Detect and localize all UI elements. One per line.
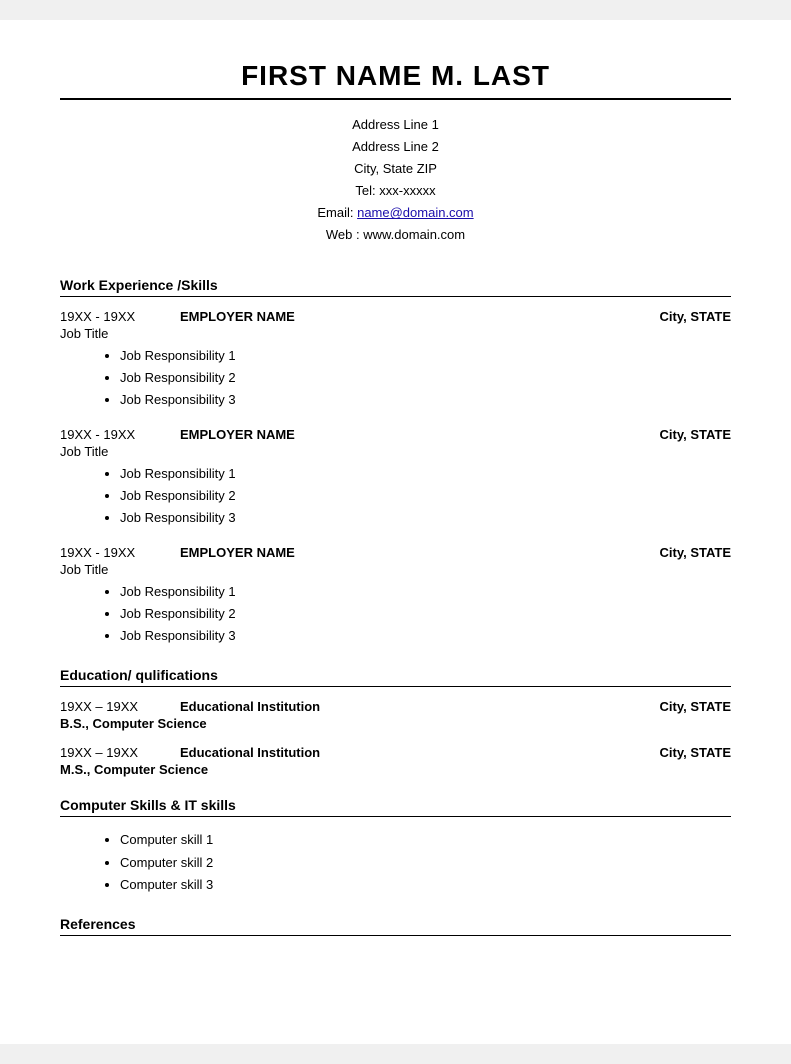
edu-entry-2: 19XX – 19XXEducational Institution City, … [60,745,731,777]
computer-skill-3: Computer skill 3 [120,874,731,896]
web: Web : www.domain.com [60,224,731,246]
job-city-1: City, STATE [660,309,732,324]
job-city-3: City, STATE [660,545,732,560]
tel: Tel: xxx-xxxxx [60,180,731,202]
computer-skill-1: Computer skill 1 [120,829,731,851]
education-section: Education/ qulifications 19XX – 19XXEduc… [60,667,731,777]
job-entry-2: 19XX - 19XXEMPLOYER NAME City, STATE Job T… [60,427,731,529]
resume-page: FIRST NAME M. LAST Address Line 1 Addres… [0,20,791,1044]
computer-skill-2: Computer skill 2 [120,852,731,874]
email-line: Email: name@domain.com [60,202,731,224]
job-resp-2-2: Job Responsibility 2 [120,485,731,507]
edu-degree-2: M.S., Computer Science [60,762,731,777]
contact-info: Address Line 1 Address Line 2 City, Stat… [60,114,731,247]
edu-degree-1: B.S., Computer Science [60,716,731,731]
address-line1: Address Line 1 [60,114,731,136]
job-resp-3-3: Job Responsibility 3 [120,625,731,647]
city-state-zip: City, State ZIP [60,158,731,180]
job-line-2: 19XX - 19XXEMPLOYER NAME City, STATE [60,427,731,442]
edu-dates-2: 19XX – 19XX [60,745,180,760]
references-header: References [60,916,731,936]
job-dates-1: 19XX - 19XX [60,309,180,324]
email-link[interactable]: name@domain.com [357,205,474,220]
job-line-1: 19XX - 19XXEMPLOYER NAME City, STATE [60,309,731,324]
edu-city-1: City, STATE [660,699,732,714]
job-title-3: Job Title [60,562,731,577]
edu-dates-1: 19XX – 19XX [60,699,180,714]
work-experience-section: Work Experience /Skills 19XX - 19XXEMPLO… [60,277,731,648]
job-resp-1-2: Job Responsibility 2 [120,367,731,389]
job-city-2: City, STATE [660,427,732,442]
job-entry-3: 19XX - 19XXEMPLOYER NAME City, STATE Job T… [60,545,731,647]
edu-institution-1: Educational Institution [180,699,320,714]
skills-list: Computer skill 1Computer skill 2Computer… [60,829,731,895]
edu-institution-2: Educational Institution [180,745,320,760]
job-responsibilities-1: Job Responsibility 1Job Responsibility 2… [60,345,731,411]
education-header: Education/ qulifications [60,667,731,687]
email-label: Email: [317,205,357,220]
computer-skills-header: Computer Skills & IT skills [60,797,731,817]
job-line-3: 19XX - 19XXEMPLOYER NAME City, STATE [60,545,731,560]
job-employer-3: EMPLOYER NAME [180,545,295,560]
job-resp-1-1: Job Responsibility 1 [120,345,731,367]
edu-city-2: City, STATE [660,745,732,760]
job-resp-1-3: Job Responsibility 3 [120,389,731,411]
job-resp-2-3: Job Responsibility 3 [120,507,731,529]
work-experience-header: Work Experience /Skills [60,277,731,297]
resume-name: FIRST NAME M. LAST [60,60,731,100]
job-dates-3: 19XX - 19XX [60,545,180,560]
references-section: References [60,916,731,936]
job-title-1: Job Title [60,326,731,341]
job-employer-1: EMPLOYER NAME [180,309,295,324]
job-responsibilities-2: Job Responsibility 1Job Responsibility 2… [60,463,731,529]
address-line2: Address Line 2 [60,136,731,158]
job-entry-1: 19XX - 19XXEMPLOYER NAME City, STATE Job T… [60,309,731,411]
job-employer-2: EMPLOYER NAME [180,427,295,442]
job-title-2: Job Title [60,444,731,459]
job-resp-3-1: Job Responsibility 1 [120,581,731,603]
edu-entry-1: 19XX – 19XXEducational Institution City, … [60,699,731,731]
job-dates-2: 19XX - 19XX [60,427,180,442]
job-resp-3-2: Job Responsibility 2 [120,603,731,625]
job-resp-2-1: Job Responsibility 1 [120,463,731,485]
computer-skills-section: Computer Skills & IT skills Computer ski… [60,797,731,895]
job-responsibilities-3: Job Responsibility 1Job Responsibility 2… [60,581,731,647]
